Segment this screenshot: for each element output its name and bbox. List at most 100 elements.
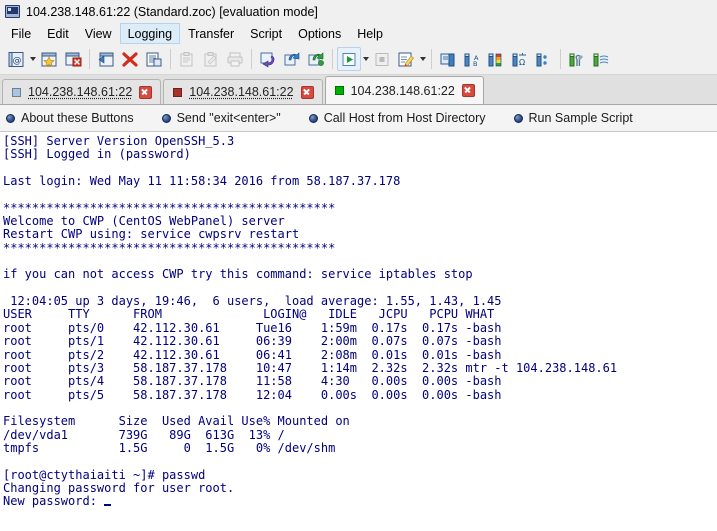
svg-text:Ω: Ω: [519, 58, 525, 67]
tools-button[interactable]: [565, 47, 589, 71]
terminal-line: tmpfs 1.5G 0 1.5G 0% /dev/shm: [3, 440, 336, 455]
tab-status-square-icon: [12, 87, 21, 97]
toolbar-separator: [170, 49, 171, 69]
receive-file-button[interactable]: [142, 47, 166, 71]
menu-item-transfer[interactable]: Transfer: [180, 23, 242, 44]
print-button[interactable]: [223, 47, 247, 71]
disconnect-button[interactable]: [61, 47, 85, 71]
blue-ab-icon: A B: [464, 53, 479, 68]
copy-button[interactable]: [199, 47, 223, 71]
red-x-icon: [122, 51, 138, 67]
tab-close-icon[interactable]: [139, 85, 153, 99]
terminal-monitor-icon: [5, 5, 20, 18]
terminal-screen[interactable]: [SSH] Server Version OpenSSH_5.3 [SSH] Lo…: [0, 132, 717, 531]
window-title: 104.238.148.61:22 (Standard.zoc) [evalua…: [26, 4, 318, 19]
terminal-line: Filesystem Size Used Avail Use% Mounted …: [3, 414, 350, 429]
doc-window-icon: [146, 52, 162, 66]
macro-button-label: Call Host from Host Directory: [323, 111, 486, 125]
terminal-line: root pts/4 58.187.37.178 11:58 4:30 0.00…: [3, 374, 502, 389]
session-tab-2[interactable]: 104.238.148.61:22: [163, 79, 323, 104]
run-script-button[interactable]: [304, 47, 328, 71]
terminal-line: ****************************************…: [3, 240, 336, 255]
session-tab-strip: 104.238.148.61:22 104.238.148.61:22 104.…: [0, 75, 717, 105]
quick-connect-button[interactable]: [37, 47, 61, 71]
terminal-line: root pts/0 42.112.30.61 Tue16 1:59m 0.17…: [3, 320, 502, 335]
bullet-icon: [6, 113, 15, 123]
menu-label: Script: [250, 26, 283, 41]
blue-window-icon: [440, 53, 455, 66]
new-window-button[interactable]: [436, 47, 460, 71]
terminal-line: USER TTY FROM LOGIN@ IDLE JCPU PCPU WHAT: [3, 307, 495, 322]
terminal-line: /dev/vda1 739G 89G 613G 13% /: [3, 427, 285, 442]
printer-icon: [227, 52, 243, 66]
font-settings-button[interactable]: A B: [460, 47, 484, 71]
menu-label: Help: [357, 26, 383, 41]
toolbar: @ A B Ω: [0, 44, 717, 75]
green-tools-icon: [569, 53, 583, 66]
host-directory-button[interactable]: @: [4, 47, 28, 71]
macro-button-label: Send "exit<enter>": [176, 111, 281, 125]
bullet-icon: [308, 113, 318, 123]
emulation-settings-button[interactable]: Ω: [508, 47, 532, 71]
macro-button-label: About these Buttons: [21, 111, 134, 125]
play-script-button[interactable]: [337, 47, 361, 71]
terminal-line: Last login: Wed May 11 11:58:34 2016 fro…: [3, 174, 401, 189]
terminal-line: Changing password for user root.: [3, 480, 235, 495]
send-file-button[interactable]: [94, 47, 118, 71]
stop-icon: [375, 52, 389, 66]
menu-item-file[interactable]: File: [3, 23, 39, 44]
session-tab-1[interactable]: 104.238.148.61:22: [2, 79, 162, 104]
host-directory-dropdown[interactable]: [28, 47, 37, 71]
green-device-icon: [593, 53, 609, 66]
paste-button[interactable]: [175, 47, 199, 71]
play-icon: [342, 52, 356, 66]
send-exit-button[interactable]: Send "exit<enter>": [161, 111, 281, 125]
device-settings-button[interactable]: [589, 47, 613, 71]
call-host-button[interactable]: Call Host from Host Directory: [308, 111, 486, 125]
options-list-button[interactable]: [532, 47, 556, 71]
toolbar-separator: [89, 49, 90, 69]
run-sample-script-button[interactable]: Run Sample Script: [513, 111, 633, 125]
clipboard-pen-icon: [204, 51, 217, 66]
menu-label: File: [11, 26, 32, 41]
macro-button-label: Run Sample Script: [528, 111, 633, 125]
tab-close-icon[interactable]: [461, 84, 475, 97]
session-tab-3[interactable]: 104.238.148.61:22: [324, 76, 484, 104]
cancel-transfer-button[interactable]: [118, 47, 142, 71]
tab-status-square-icon: [173, 87, 183, 97]
edit-script-button[interactable]: [394, 47, 418, 71]
bullet-icon: [161, 113, 171, 123]
edit-pen-icon: [398, 52, 414, 66]
toolbar-separator: [332, 49, 333, 69]
star-window-icon: [41, 52, 57, 67]
color-settings-button[interactable]: [484, 47, 508, 71]
undo-button[interactable]: [256, 47, 280, 71]
menu-item-view[interactable]: View: [77, 23, 120, 44]
menu-item-options[interactable]: Options: [290, 23, 349, 44]
terminal-line: 12:04:05 up 3 days, 19:46, 6 users, load…: [3, 294, 502, 309]
tab-close-icon[interactable]: [300, 85, 314, 99]
play-script-dropdown[interactable]: [361, 47, 370, 71]
menu-item-script[interactable]: Script: [242, 23, 290, 44]
svg-text:@: @: [13, 56, 22, 66]
stop-script-button[interactable]: [370, 47, 394, 71]
menu-item-edit[interactable]: Edit: [39, 23, 77, 44]
session-tab-label: 104.238.148.61:22: [350, 83, 455, 98]
blue-list-icon: [536, 53, 547, 66]
menu-item-help[interactable]: Help: [349, 23, 391, 44]
undo-arrow-icon: [260, 52, 275, 68]
edit-script-dropdown[interactable]: [418, 47, 427, 71]
title-bar: 104.238.148.61:22 (Standard.zoc) [evalua…: [0, 0, 717, 23]
terminal-line: New password:: [3, 494, 717, 508]
window-left-icon: [98, 52, 114, 66]
menu-item-logging[interactable]: Logging: [119, 23, 181, 44]
terminal-line: if you can not access CWP try this comma…: [3, 267, 473, 282]
toolbar-separator: [560, 49, 561, 69]
toolbar-separator: [251, 49, 252, 69]
send-button[interactable]: [280, 47, 304, 71]
about-these-buttons-button[interactable]: About these Buttons: [6, 111, 134, 125]
